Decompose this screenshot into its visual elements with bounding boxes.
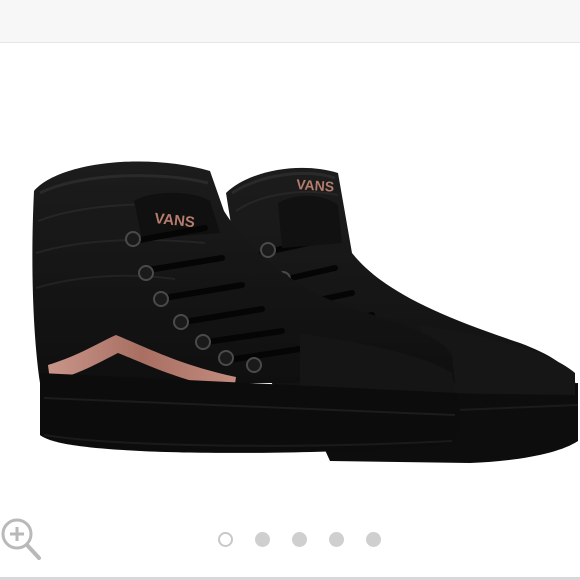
pagination-dot-3[interactable] bbox=[292, 531, 307, 547]
zoom-in-icon bbox=[1, 518, 41, 560]
pagination-dot-2[interactable] bbox=[255, 531, 270, 547]
pagination-dot-1[interactable] bbox=[218, 531, 233, 547]
top-bar bbox=[0, 0, 580, 43]
product-image[interactable]: VANS VANS bbox=[0, 43, 580, 513]
pagination-dot-4[interactable] bbox=[329, 531, 344, 547]
pagination-dots bbox=[218, 531, 381, 547]
sneakers-illustration: VANS VANS bbox=[32, 161, 579, 463]
product-gallery: VANS VANS bbox=[0, 0, 580, 580]
pagination-dot-5[interactable] bbox=[366, 531, 381, 547]
gallery-controls bbox=[0, 513, 580, 580]
brand-logo-back: VANS bbox=[296, 176, 335, 195]
zoom-button[interactable] bbox=[0, 515, 42, 561]
